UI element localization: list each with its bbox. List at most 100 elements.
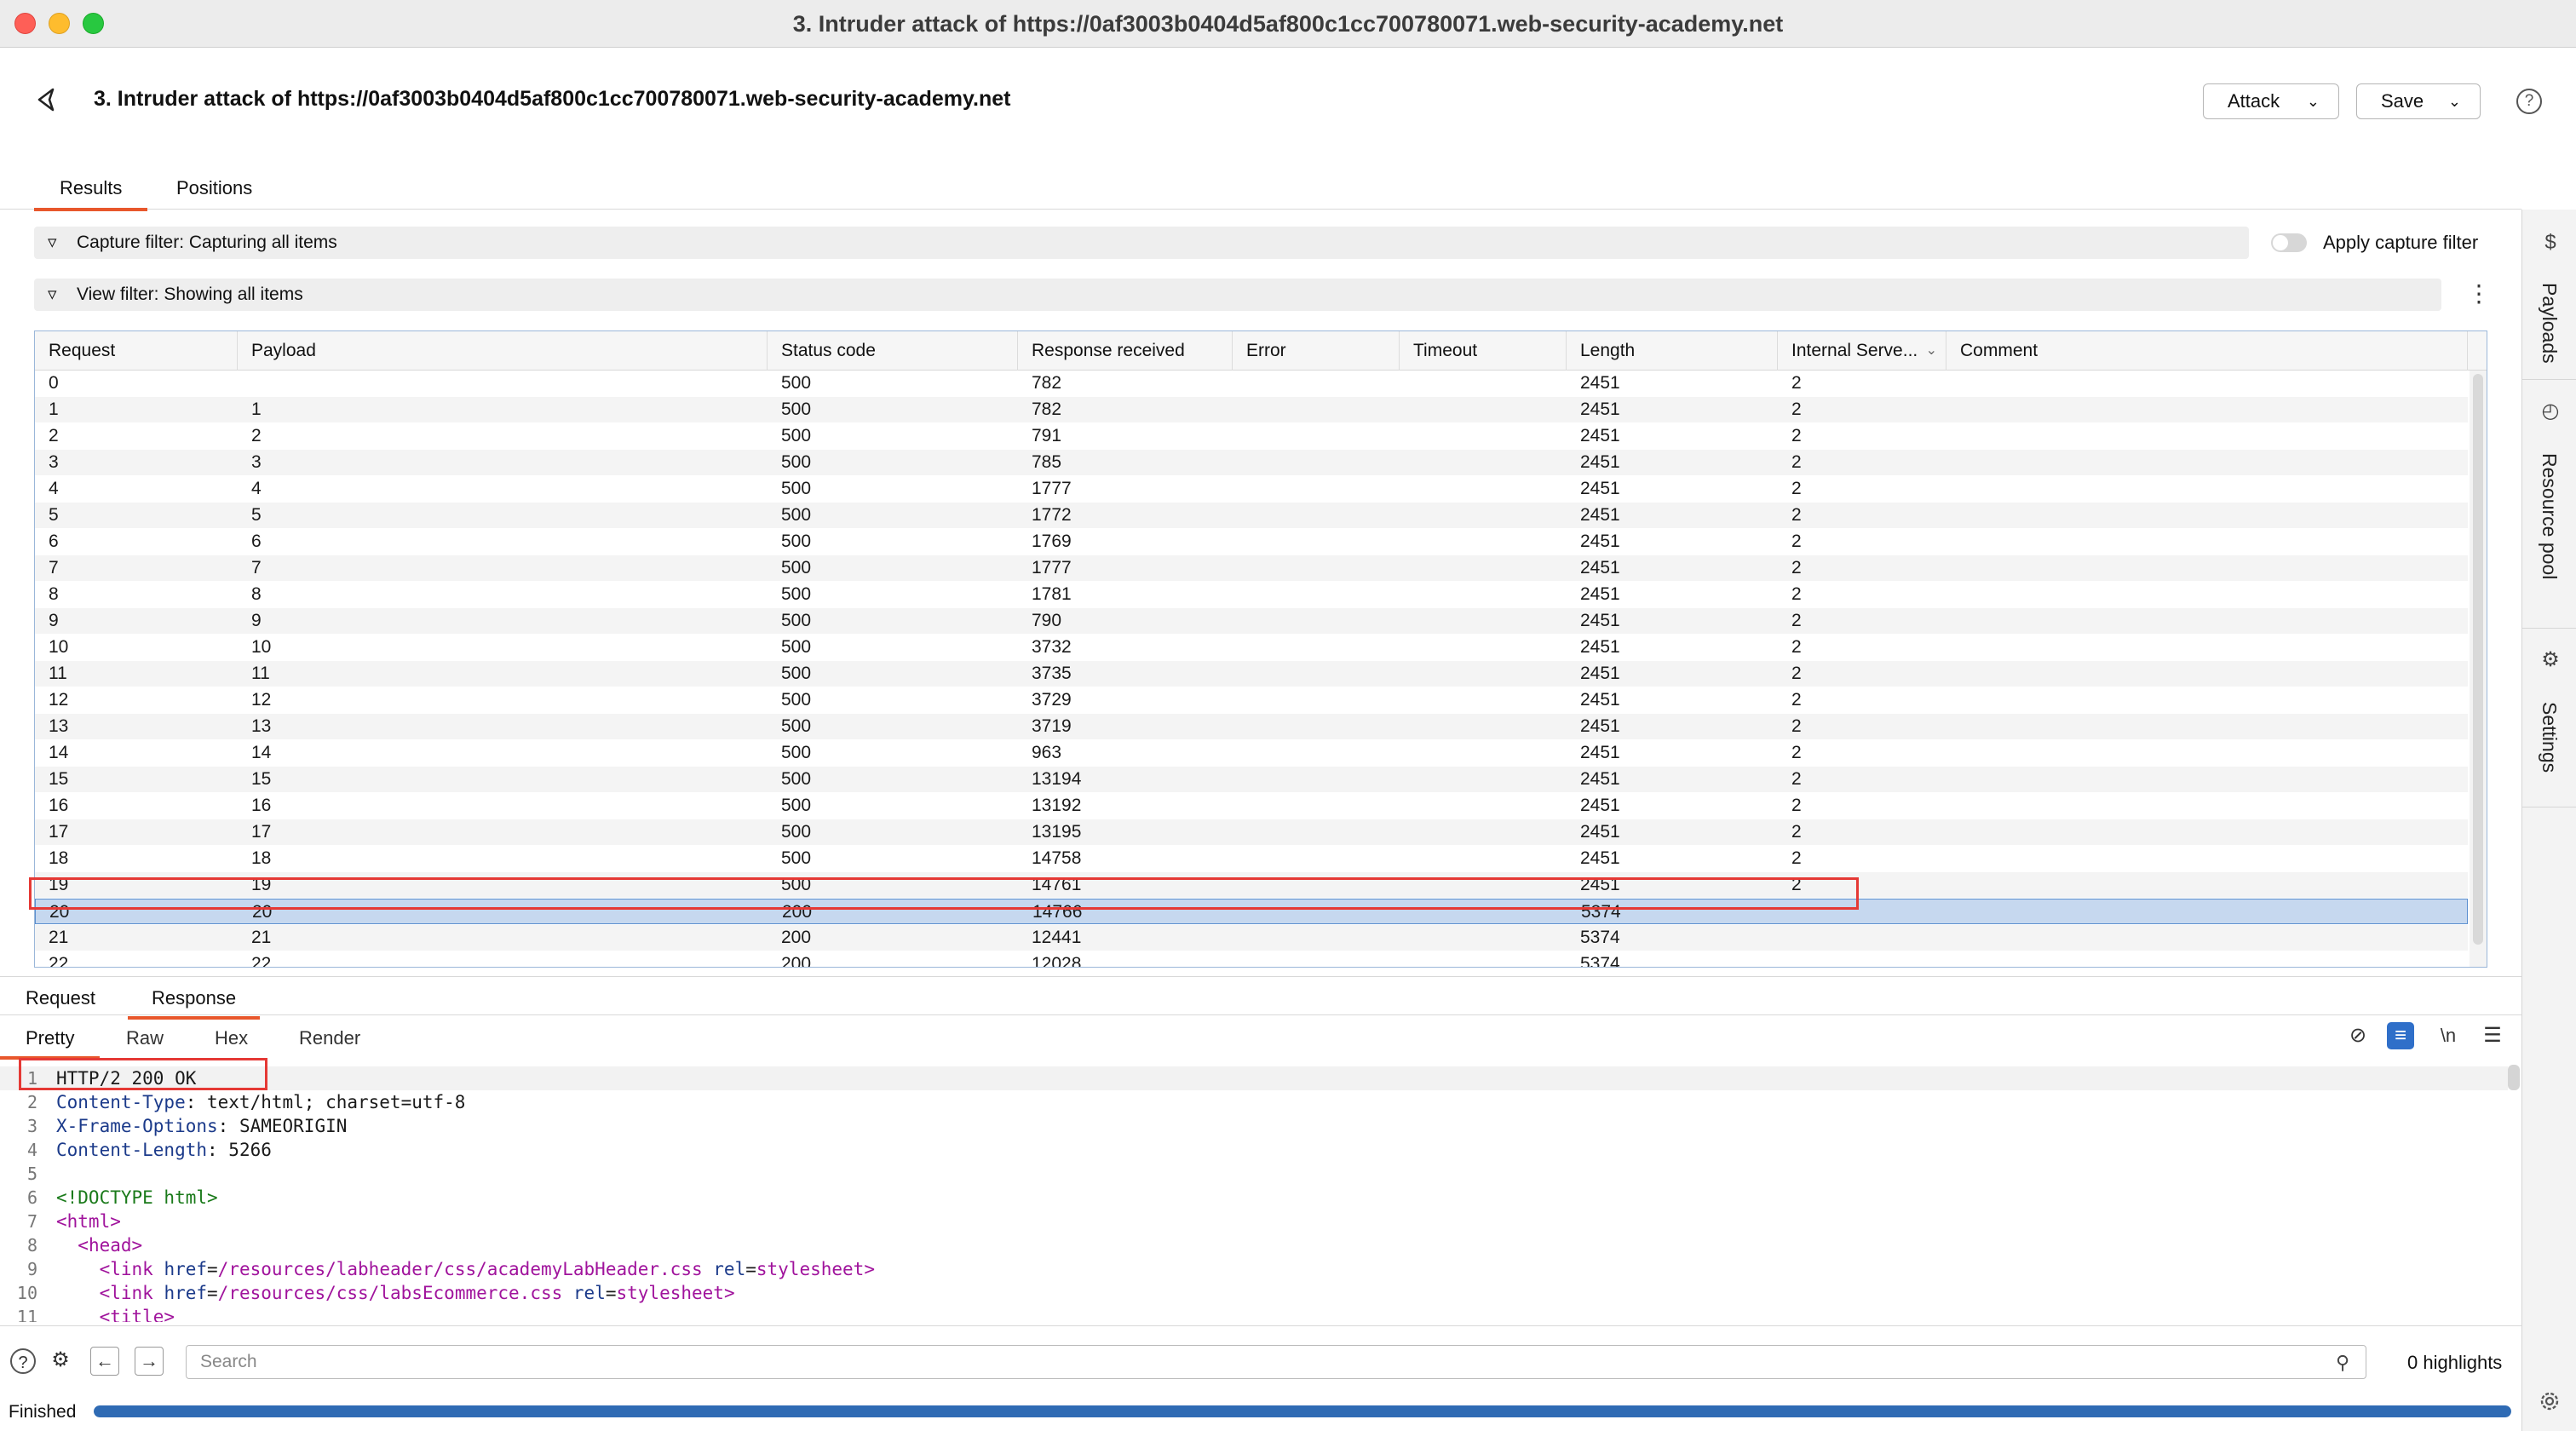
table-row[interactable]: 15 15 500 13194 2451 2 <box>35 767 2468 792</box>
cell-request: 11 <box>49 664 67 683</box>
table-row[interactable]: 16 16 500 13192 2451 2 <box>35 793 2468 819</box>
search-input[interactable] <box>186 1345 2366 1379</box>
table-row[interactable]: 22 22 200 12028 5374 <box>35 951 2468 967</box>
column-header-response-received[interactable]: Response received <box>1018 331 1233 371</box>
cell-status-code: 200 <box>781 954 812 967</box>
table-row[interactable]: 0 500 782 2451 2 <box>35 371 2468 396</box>
column-header-comment[interactable]: Comment <box>1946 331 2468 371</box>
table-row[interactable]: 17 17 500 13195 2451 2 <box>35 819 2468 845</box>
apply-capture-filter-toggle[interactable] <box>2271 233 2307 252</box>
tab-render[interactable]: Render <box>299 1027 360 1049</box>
code-text: <title> <box>56 1305 175 1322</box>
column-header-payload[interactable]: Payload <box>238 331 768 371</box>
table-row[interactable]: 2 2 500 791 2451 2 <box>35 423 2468 449</box>
editor-scrollbar[interactable] <box>2508 1065 2520 1090</box>
dollar-icon: $ <box>2544 231 2556 254</box>
table-row[interactable]: 5 5 500 1772 2451 2 <box>35 503 2468 528</box>
cell-response-received: 791 <box>1032 426 1062 445</box>
cell-response-received: 963 <box>1032 743 1062 762</box>
next-match-icon[interactable]: → <box>135 1347 164 1376</box>
column-header-internal-serve[interactable]: Internal Serve... ⌄ <box>1778 331 1946 371</box>
sidetab-payloads[interactable]: $ Payloads <box>2522 210 2576 380</box>
help-icon[interactable]: ? <box>10 1348 36 1374</box>
attack-menu-button[interactable]: Attack ⌄ <box>2203 83 2339 119</box>
tab-request[interactable]: Request <box>26 987 95 1009</box>
line-number: 9 <box>26 1259 37 1279</box>
table-row[interactable]: 1 1 500 782 2451 2 <box>35 397 2468 422</box>
code-token: Content-Type <box>56 1092 186 1112</box>
cell-payload: 10 <box>251 637 272 657</box>
gear-icon[interactable]: ⚙ <box>46 1347 75 1376</box>
capture-filter-text: Capture filter: Capturing all items <box>77 233 337 252</box>
cell-internal-serve: 2 <box>1791 426 1802 445</box>
code-line: 3 X-Frame-Options: SAMEORIGIN <box>0 1114 2508 1138</box>
table-row[interactable]: 12 12 500 3729 2451 2 <box>35 687 2468 713</box>
table-row[interactable]: 3 3 500 785 2451 2 <box>35 450 2468 475</box>
gear-icon[interactable] <box>2537 1388 2562 1414</box>
code-token: > <box>723 1283 735 1303</box>
table-row[interactable]: 10 10 500 3732 2451 2 <box>35 635 2468 660</box>
table-row[interactable]: 6 6 500 1769 2451 2 <box>35 529 2468 555</box>
tab-hex[interactable]: Hex <box>215 1027 248 1049</box>
cell-status-code: 500 <box>781 769 812 789</box>
cell-internal-serve: 2 <box>1791 690 1802 710</box>
response-editor[interactable]: 1 HTTP/2 200 OK 2 Content-Type: text/html; … <box>0 1061 2521 1322</box>
tab-positions[interactable]: Positions <box>176 177 252 199</box>
save-menu-button[interactable]: Save ⌄ <box>2356 83 2481 119</box>
tab-raw[interactable]: Raw <box>126 1027 164 1049</box>
hide-non-printable-icon[interactable]: ⊘ <box>2344 1022 2372 1049</box>
code-token: = <box>605 1283 617 1303</box>
sidetab-settings[interactable]: ⚙ Settings <box>2522 629 2576 807</box>
sidetab-resource-pool[interactable]: ◴ Resource pool <box>2522 380 2576 629</box>
cell-length: 2451 <box>1580 611 1620 630</box>
cell-response-received: 13195 <box>1032 822 1082 842</box>
line-number: 7 <box>26 1211 37 1232</box>
cell-request: 13 <box>49 716 69 736</box>
column-header-length[interactable]: Length <box>1567 331 1778 371</box>
table-scrollbar[interactable] <box>2470 371 2487 967</box>
table-row[interactable]: 9 9 500 790 2451 2 <box>35 608 2468 634</box>
tab-pretty[interactable]: Pretty <box>0 1027 101 1060</box>
cell-status-code: 200 <box>781 928 812 947</box>
back-arrow-icon[interactable] <box>32 85 61 114</box>
table-row[interactable]: 13 13 500 3719 2451 2 <box>35 714 2468 739</box>
annotation-box-row-20 <box>29 877 1859 910</box>
cell-request: 14 <box>49 743 69 762</box>
table-row[interactable]: 11 11 500 3735 2451 2 <box>35 661 2468 687</box>
table-row[interactable]: 21 21 200 12441 5374 <box>35 925 2468 951</box>
cell-length: 2451 <box>1580 584 1620 604</box>
help-icon[interactable]: ? <box>2516 89 2542 114</box>
capture-filter-bar[interactable]: ▿ Capture filter: Capturing all items <box>34 227 2249 259</box>
table-row[interactable]: 14 14 500 963 2451 2 <box>35 740 2468 766</box>
column-header-label: Request <box>49 341 116 360</box>
show-newlines-icon[interactable]: \n <box>2435 1022 2462 1049</box>
table-row[interactable]: 8 8 500 1781 2451 2 <box>35 582 2468 607</box>
previous-match-icon[interactable]: ← <box>90 1347 119 1376</box>
cell-length: 2451 <box>1580 743 1620 762</box>
cell-request: 16 <box>49 796 69 815</box>
cell-payload: 5 <box>251 505 262 525</box>
cell-response-received: 1777 <box>1032 479 1072 498</box>
more-options-icon[interactable]: ⋮ <box>2467 279 2491 308</box>
tab-results[interactable]: Results <box>33 177 148 211</box>
code-text: X-Frame-Options: SAMEORIGIN <box>56 1114 347 1138</box>
attack-button-label: Attack <box>2228 90 2280 112</box>
menu-icon[interactable]: ☰ <box>2479 1022 2506 1049</box>
table-row[interactable]: 18 18 500 14758 2451 2 <box>35 846 2468 871</box>
cell-request: 21 <box>49 928 69 947</box>
cell-request: 8 <box>49 584 59 604</box>
scrollbar-thumb[interactable] <box>2473 374 2483 945</box>
column-header-request[interactable]: Request <box>35 331 238 371</box>
column-header-timeout[interactable]: Timeout <box>1400 331 1567 371</box>
word-wrap-icon[interactable]: ≡ <box>2387 1022 2414 1049</box>
status-bar: Finished <box>0 1399 2521 1431</box>
view-filter-bar[interactable]: ▿ View filter: Showing all items <box>34 279 2441 311</box>
cell-length: 2451 <box>1580 664 1620 683</box>
table-row[interactable]: 7 7 500 1777 2451 2 <box>35 555 2468 581</box>
line-number: 4 <box>26 1140 37 1160</box>
tab-response[interactable]: Response <box>127 987 261 1020</box>
cell-response-received: 13192 <box>1032 796 1082 815</box>
column-header-status-code[interactable]: Status code <box>768 331 1018 371</box>
column-header-error[interactable]: Error <box>1233 331 1400 371</box>
table-row[interactable]: 4 4 500 1777 2451 2 <box>35 476 2468 502</box>
